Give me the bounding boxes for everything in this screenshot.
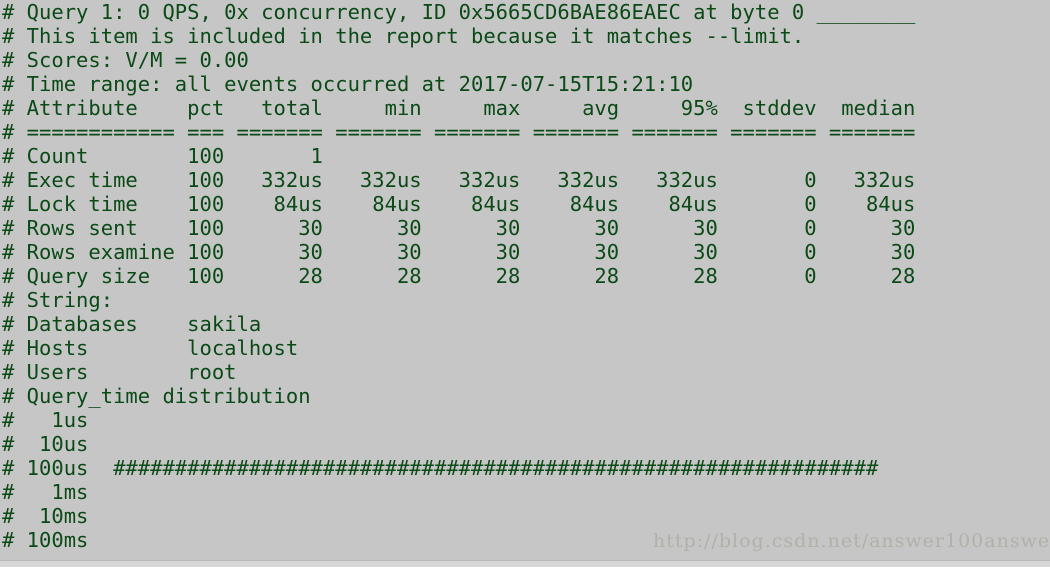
- terminal-output[interactable]: # Query 1: 0 QPS, 0x concurrency, ID 0x5…: [0, 0, 1050, 560]
- string-row-hosts: # Hosts localhost: [2, 336, 299, 360]
- distribution-bucket-1us: # 1us: [2, 408, 89, 432]
- distribution-bucket-10ms: # 10ms: [2, 504, 89, 528]
- table-row-query-size: # Query size 100 28 28 28 28 28 0 28: [2, 264, 916, 288]
- terminal-line-query-header: # Query 1: 0 QPS, 0x concurrency, ID 0x5…: [2, 0, 916, 24]
- table-row-lock-time: # Lock time 100 84us 84us 84us 84us 84us…: [2, 192, 916, 216]
- terminal-line-scores: # Scores: V/M = 0.00: [2, 48, 249, 72]
- terminal-line-table-separator: # ============ === ======= ======= =====…: [2, 120, 916, 144]
- terminal-line-inclusion-reason: # This item is included in the report be…: [2, 24, 805, 48]
- distribution-bucket-100us: # 100us ################################…: [2, 456, 879, 480]
- table-row-count: # Count 100 1: [2, 144, 323, 168]
- string-row-users: # Users root: [2, 360, 237, 384]
- terminal-line-table-header: # Attribute pct total min max avg 95% st…: [2, 96, 916, 120]
- distribution-bucket-100ms: # 100ms: [2, 528, 89, 552]
- window-bottom-edge: [0, 560, 1050, 567]
- table-row-rows-sent: # Rows sent 100 30 30 30 30 30 0 30: [2, 216, 916, 240]
- table-row-rows-examine: # Rows examine 100 30 30 30 30 30 0 30: [2, 240, 916, 264]
- distribution-bucket-1ms: # 1ms: [2, 480, 89, 504]
- terminal-line-time-range: # Time range: all events occurred at 201…: [2, 72, 694, 96]
- table-row-exec-time: # Exec time 100 332us 332us 332us 332us …: [2, 168, 916, 192]
- screenshot-root: # Query 1: 0 QPS, 0x concurrency, ID 0x5…: [0, 0, 1050, 567]
- terminal-line-string-heading: # String:: [2, 288, 114, 312]
- terminal-line-distribution-heading: # Query_time distribution: [2, 384, 311, 408]
- string-row-databases: # Databases sakila: [2, 312, 262, 336]
- distribution-bucket-10us: # 10us: [2, 432, 89, 456]
